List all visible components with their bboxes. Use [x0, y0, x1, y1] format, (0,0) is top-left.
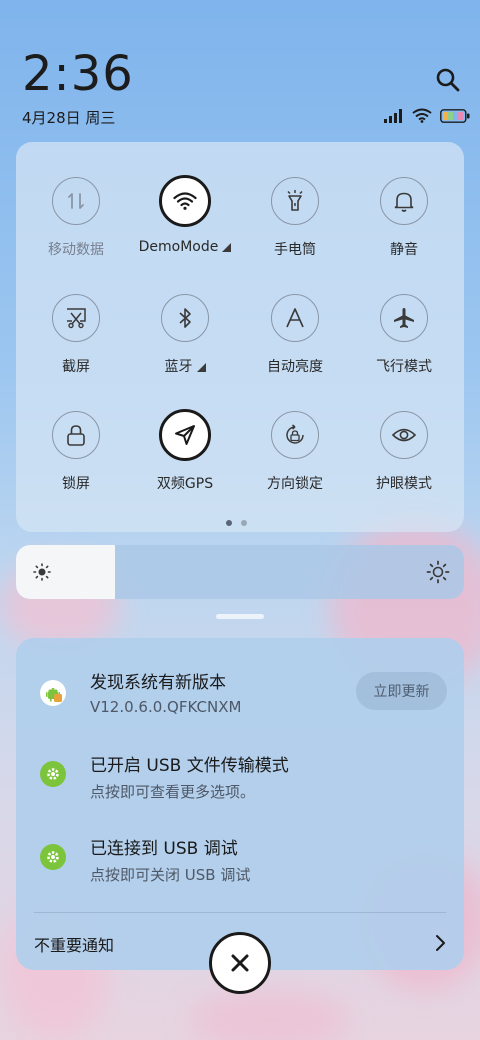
- wifi-icon: [159, 175, 211, 227]
- tile-label: 方向锁定: [267, 476, 323, 492]
- tile-airplane[interactable]: 飞行模式: [349, 294, 459, 376]
- notification-subtitle: 点按即可关闭 USB 调试: [90, 866, 251, 884]
- tile-label: DemoMode: [138, 239, 219, 255]
- brightness-high-icon: [426, 560, 450, 588]
- notification-system-update[interactable]: 发现系统有新版本 V12.0.6.0.QFKCNXM 立即更新: [16, 668, 464, 738]
- notification-title: 发现系统有新版本: [90, 673, 226, 693]
- settings-gear-icon: [40, 761, 66, 787]
- bell-icon: [380, 177, 428, 225]
- expand-triangle-icon[interactable]: [196, 363, 206, 372]
- notification-panel: 发现系统有新版本 V12.0.6.0.QFKCNXM 立即更新 已开启 USB …: [16, 638, 464, 970]
- android-update-icon: [40, 680, 66, 706]
- notification-usb-file-transfer[interactable]: 已开启 USB 文件传输模式 点按即可查看更多选项。: [16, 751, 464, 821]
- tile-label: 移动数据: [48, 242, 104, 258]
- background-blossom: [190, 990, 350, 1040]
- tile-flashlight[interactable]: 手电筒: [240, 177, 350, 259]
- close-icon: [231, 954, 249, 972]
- drag-handle[interactable]: [216, 614, 264, 619]
- tile-label: 静音: [390, 242, 418, 258]
- status-icons: [384, 108, 470, 127]
- location-arrow-icon: [159, 409, 211, 461]
- page-indicator: [226, 520, 247, 526]
- tile-silent[interactable]: 静音: [349, 177, 459, 259]
- date-label: 4月28日 周三: [22, 109, 116, 127]
- brightness-low-icon: [32, 562, 52, 586]
- notification-title: 已开启 USB 文件传输模式: [90, 756, 289, 776]
- tile-label: 护眼模式: [376, 476, 432, 492]
- airplane-icon: [380, 294, 428, 342]
- brightness-fill: [16, 545, 115, 599]
- update-now-button[interactable]: 立即更新: [356, 672, 447, 710]
- tile-label: 截屏: [62, 359, 90, 375]
- unimportant-notifications-link[interactable]: 不重要通知: [34, 932, 114, 956]
- screenshot-icon: [52, 294, 100, 342]
- signal-icon: [384, 108, 404, 127]
- page-dot: [241, 520, 247, 526]
- tile-label: 双频GPS: [156, 476, 214, 492]
- brightness-slider[interactable]: [16, 545, 464, 599]
- auto-brightness-icon: [271, 294, 319, 342]
- lock-icon: [52, 411, 100, 459]
- tile-label: 飞行模式: [376, 359, 432, 375]
- clear-all-button[interactable]: [209, 932, 271, 994]
- tile-lock-screen[interactable]: 锁屏: [21, 411, 131, 493]
- tile-auto-brightness[interactable]: 自动亮度: [240, 294, 350, 376]
- divider: [34, 912, 446, 913]
- tile-eye-protection[interactable]: 护眼模式: [349, 411, 459, 493]
- expand-triangle-icon[interactable]: [222, 243, 232, 252]
- search-icon[interactable]: [434, 66, 462, 94]
- battery-icon: [440, 108, 470, 127]
- notification-title: 已连接到 USB 调试: [90, 839, 238, 859]
- tile-mobile-data[interactable]: 移动数据: [21, 177, 131, 259]
- notification-subtitle: 点按即可查看更多选项。: [90, 783, 256, 801]
- notification-usb-debugging[interactable]: 已连接到 USB 调试 点按即可关闭 USB 调试: [16, 834, 464, 904]
- bluetooth-icon: [161, 294, 209, 342]
- tile-label: 锁屏: [62, 476, 90, 492]
- tile-screenshot[interactable]: 截屏: [21, 294, 131, 376]
- tile-label: 手电筒: [274, 242, 316, 258]
- rotation-lock-icon: [271, 411, 319, 459]
- page-dot-active: [226, 520, 232, 526]
- tile-label: 自动亮度: [267, 359, 323, 375]
- mobile-data-icon: [52, 177, 100, 225]
- flashlight-icon: [271, 177, 319, 225]
- notification-subtitle: V12.0.6.0.QFKCNXM: [90, 698, 242, 716]
- settings-gear-icon: [40, 844, 66, 870]
- chevron-right-icon[interactable]: [434, 934, 446, 956]
- tile-label: 蓝牙: [164, 359, 193, 375]
- wifi-status-icon: [412, 108, 432, 127]
- eye-icon: [380, 411, 428, 459]
- tile-rotation-lock[interactable]: 方向锁定: [240, 411, 350, 493]
- tile-wifi[interactable]: DemoMode: [130, 175, 240, 255]
- clock: 2:36: [22, 46, 134, 102]
- tile-bluetooth[interactable]: 蓝牙: [130, 294, 240, 376]
- tile-dual-gps[interactable]: 双频GPS: [130, 409, 240, 493]
